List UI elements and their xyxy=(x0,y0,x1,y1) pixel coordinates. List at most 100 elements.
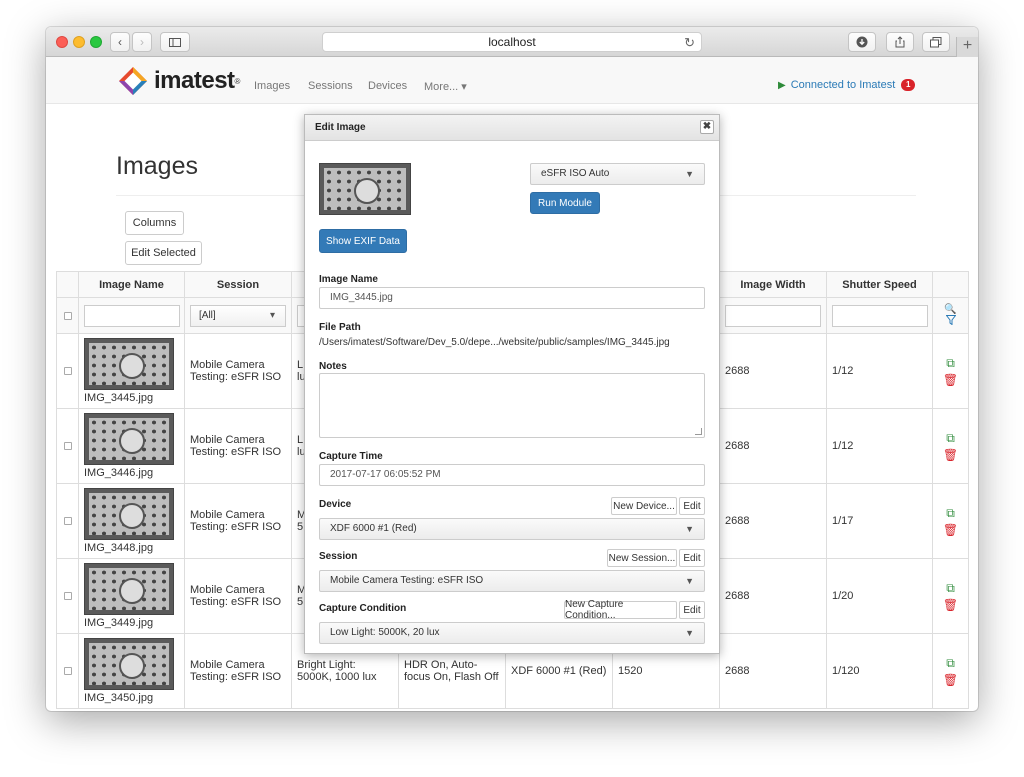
session-cell: Mobile Camera Testing: eSFR ISO xyxy=(184,633,292,709)
close-window-button[interactable] xyxy=(56,36,68,48)
image-name-label: Image Name xyxy=(319,274,378,285)
new-tab-button[interactable]: + xyxy=(956,37,978,57)
session-select-value: Mobile Camera Testing: eSFR ISO xyxy=(330,575,484,586)
trash-icon[interactable]: 🗑 xyxy=(943,448,958,462)
address-bar[interactable]: localhost ↻ xyxy=(322,32,702,52)
shutter-speed-cell: 1/17 xyxy=(826,483,933,559)
image-name-filter-input[interactable] xyxy=(83,304,180,327)
imatest-logo[interactable]: imatest ® xyxy=(118,66,240,96)
image-name-input[interactable]: IMG_3445.jpg xyxy=(319,287,705,309)
capture-time-input[interactable]: 2017-07-17 06:05:52 PM xyxy=(319,464,705,486)
shutter-speed-filter-input[interactable] xyxy=(831,304,928,327)
run-module-button[interactable]: Run Module xyxy=(530,192,600,214)
new-capture-condition-button[interactable]: New Capture Condition... xyxy=(564,599,677,621)
row-checkbox[interactable] xyxy=(63,367,72,375)
session-filter-select[interactable]: [All] xyxy=(190,304,286,327)
back-button[interactable]: ‹ xyxy=(110,32,130,52)
tabs-overview-button[interactable] xyxy=(922,32,950,52)
column-header-image-name[interactable]: Image Name xyxy=(78,271,185,298)
notes-textarea[interactable] xyxy=(319,373,705,438)
image-width-cell: 2688 xyxy=(719,333,827,409)
device-select[interactable]: XDF 6000 #1 (Red) ▼ xyxy=(319,518,705,540)
chevron-right-icon: › xyxy=(140,35,144,49)
image-thumbnail[interactable] xyxy=(84,338,174,390)
share-button[interactable] xyxy=(886,32,914,52)
column-header-shutter-speed[interactable]: Shutter Speed xyxy=(826,271,933,298)
edit-selected-button[interactable]: Edit Selected xyxy=(125,241,202,265)
notes-label: Notes xyxy=(319,361,347,372)
analysis-module-select[interactable]: eSFR ISO Auto ▼ xyxy=(530,163,705,185)
notification-badge: 1 xyxy=(901,79,916,91)
trash-icon[interactable]: 🗑 xyxy=(943,373,958,387)
image-thumbnail[interactable] xyxy=(84,638,174,690)
row-actions: ⧉ 🗑 xyxy=(938,431,963,462)
copy-icon[interactable]: ⧉ xyxy=(946,356,955,371)
reload-icon[interactable]: ↻ xyxy=(684,34,695,52)
capture-time-label: Capture Time xyxy=(319,451,383,462)
row-checkbox[interactable] xyxy=(63,442,72,450)
shutter-speed-cell: 1/12 xyxy=(826,333,933,409)
session-label: Session xyxy=(319,551,358,562)
row-actions: ⧉ 🗑 xyxy=(938,581,963,612)
image-thumbnail[interactable] xyxy=(84,488,174,540)
nav-more-dropdown[interactable]: More... ▾ xyxy=(424,80,467,93)
image-thumbnail[interactable] xyxy=(84,563,174,615)
edit-capture-condition-button[interactable]: Edit xyxy=(679,601,705,619)
trash-icon[interactable]: 🗑 xyxy=(943,523,958,537)
registered-mark: ® xyxy=(234,76,241,86)
show-exif-button[interactable]: Show EXIF Data xyxy=(319,229,407,253)
select-all-checkbox[interactable] xyxy=(63,311,72,320)
new-device-button[interactable]: New Device... xyxy=(611,497,677,515)
copy-icon[interactable]: ⧉ xyxy=(946,431,955,446)
forward-button[interactable]: › xyxy=(132,32,152,52)
trash-icon[interactable]: 🗑 xyxy=(943,673,958,687)
logo-text: imatest xyxy=(154,67,235,94)
image-file-name: IMG_3450.jpg xyxy=(84,692,154,704)
edit-device-button[interactable]: Edit xyxy=(679,497,705,515)
url-text: localhost xyxy=(488,35,536,49)
session-select[interactable]: Mobile Camera Testing: eSFR ISO ▼ xyxy=(319,570,705,592)
session-cell: Mobile Camera Testing: eSFR ISO xyxy=(184,333,292,409)
filter-icon[interactable] xyxy=(944,314,957,325)
copy-icon[interactable]: ⧉ xyxy=(946,506,955,521)
device-select-value: XDF 6000 #1 (Red) xyxy=(330,523,417,534)
image-file-name: IMG_3445.jpg xyxy=(84,392,154,404)
capture-condition-select-value: Low Light: 5000K, 20 lux xyxy=(330,627,440,638)
row-actions: ⧉ 🗑 xyxy=(938,356,963,387)
modal-close-button[interactable]: ✖ xyxy=(700,120,714,134)
minimize-window-button[interactable] xyxy=(73,36,85,48)
column-header-session[interactable]: Session xyxy=(184,271,292,298)
connection-status[interactable]: ▶ Connected to Imatest 1 xyxy=(778,79,916,91)
caret-down-icon: ▼ xyxy=(685,169,694,179)
nav-images[interactable]: Images xyxy=(254,80,290,92)
columns-button[interactable]: Columns xyxy=(125,211,184,235)
nav-devices[interactable]: Devices xyxy=(368,80,407,92)
search-icon[interactable]: 🔍 xyxy=(933,304,968,315)
column-header-image-width[interactable]: Image Width xyxy=(719,271,827,298)
downloads-button[interactable] xyxy=(848,32,876,52)
row-actions: ⧉ 🗑 xyxy=(938,656,963,687)
edit-session-button[interactable]: Edit xyxy=(679,549,705,567)
image-width-filter-input[interactable] xyxy=(725,304,821,327)
page-title: Images xyxy=(116,152,198,180)
image-width-cell: 2688 xyxy=(719,408,827,484)
app-navbar: imatest ® Images Sessions Devices More..… xyxy=(46,57,978,104)
sidebar-toggle-button[interactable] xyxy=(160,32,190,52)
image-width-cell: 2688 xyxy=(719,558,827,634)
new-session-button[interactable]: New Session... xyxy=(607,549,677,567)
row-checkbox[interactable] xyxy=(63,517,72,525)
caret-down-icon: ▼ xyxy=(685,524,694,534)
caret-down-icon: ▾ xyxy=(461,81,467,93)
capture-condition-select[interactable]: Low Light: 5000K, 20 lux ▼ xyxy=(319,622,705,644)
tabs-icon xyxy=(930,36,942,47)
row-checkbox[interactable] xyxy=(63,592,72,600)
shutter-speed-cell: 1/120 xyxy=(826,633,933,709)
trash-icon[interactable]: 🗑 xyxy=(943,598,958,612)
maximize-window-button[interactable] xyxy=(90,36,102,48)
image-thumbnail[interactable] xyxy=(84,413,174,465)
copy-icon[interactable]: ⧉ xyxy=(946,656,955,671)
copy-icon[interactable]: ⧉ xyxy=(946,581,955,596)
actions-header xyxy=(932,271,969,298)
nav-sessions[interactable]: Sessions xyxy=(308,80,353,92)
row-checkbox[interactable] xyxy=(63,667,72,675)
